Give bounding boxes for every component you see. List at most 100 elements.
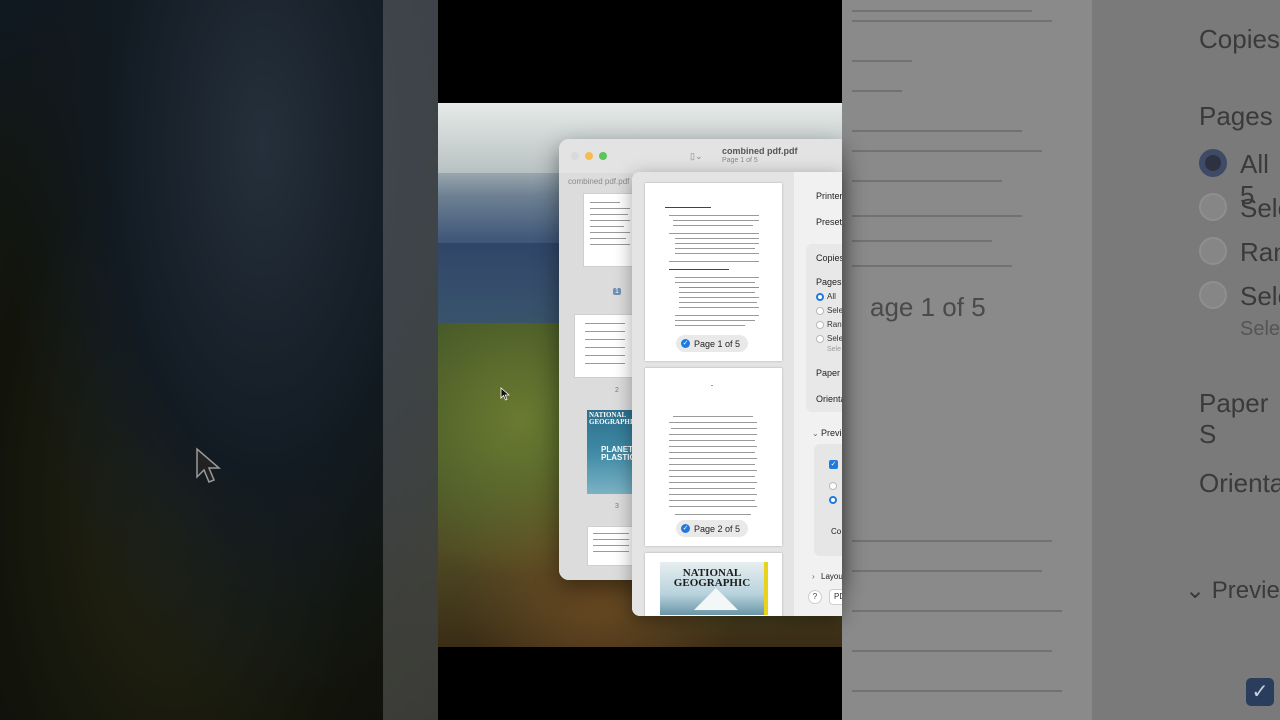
page-text-line <box>675 282 755 283</box>
pages-range-radio[interactable] <box>816 321 824 329</box>
pages-select-sublabel: Sele <box>827 346 842 353</box>
help-button[interactable]: ? <box>808 590 822 604</box>
thumbnail-text-line <box>590 214 628 215</box>
iceberg-graphic <box>694 588 738 610</box>
sidebar-document-label: combined pdf.pdf <box>568 177 630 186</box>
preview-section-label[interactable]: Previe <box>821 428 842 438</box>
thumbnail-text-line <box>590 208 630 209</box>
paper-size-label: Paper S <box>816 368 842 378</box>
page-text-line <box>679 287 759 288</box>
blurred-chevron-down-icon: ⌄ <box>1185 577 1206 604</box>
page-text-line <box>669 482 757 483</box>
screen-recording-frame: Copies Pages All 5 Sele Ran Sele Sele ag… <box>0 0 1280 720</box>
page-text-line <box>679 292 755 293</box>
thumbnail-text-line <box>593 539 629 540</box>
page-2-badge-label: Page 2 of 5 <box>694 523 741 534</box>
preview-checkbox[interactable]: ✓ <box>829 460 838 469</box>
pages-range-label: Ran <box>827 320 842 329</box>
print-dialog: ✓ Page 1 of 5 ✓ Page 2 of 5 NATIONAL GEO… <box>632 172 842 616</box>
blurred-text-line <box>852 540 1052 542</box>
thumbnail-text-line <box>590 226 624 227</box>
page-thumbnail-4[interactable] <box>587 526 633 566</box>
pages-selection-label: Sele <box>827 306 842 315</box>
blurred-page-indicator: age 1 of 5 <box>870 292 986 322</box>
page-text-line <box>675 325 745 326</box>
page-text-line <box>669 470 757 471</box>
blurred-text-line <box>852 570 1042 572</box>
print-settings-pane: Printer Presets Copies Pages All Sele Ra… <box>794 172 842 616</box>
pages-select-radio[interactable] <box>816 335 824 343</box>
blurred-preview-label: Previe <box>1211 577 1280 604</box>
thumbnail-text-line <box>590 244 630 245</box>
pages-all-radio[interactable] <box>816 293 824 301</box>
document-title: combined pdf.pdf <box>722 146 798 156</box>
page-text-line <box>711 385 713 386</box>
page-text-line <box>675 248 755 249</box>
blurred-preview-section: ⌄ Previe <box>1185 576 1280 605</box>
blurred-text-line <box>852 10 1032 12</box>
page-text-line <box>669 506 757 507</box>
preview-option-radio[interactable] <box>829 482 837 490</box>
page-text-line <box>669 440 755 441</box>
thumbnail-cover-title: NATIONAL GEOGRAPHIC <box>589 411 638 426</box>
pdf-menu-button[interactable]: PD <box>829 589 842 605</box>
blurred-text-line <box>852 650 1052 652</box>
thumbnail-number-1: 1 <box>613 288 621 295</box>
blurred-pages-label: Pages <box>1199 101 1273 131</box>
layout-section-label[interactable]: Layou <box>821 572 842 581</box>
thumbnail-sidebar: combined pdf.pdf 1 2 NATIONAL GEOGRAPHIC… <box>559 173 638 580</box>
page-text-line <box>675 243 759 244</box>
blurred-text-line <box>852 690 1062 692</box>
blurred-option-range: Ran <box>1240 237 1280 267</box>
blurred-document-page <box>842 0 1092 720</box>
pages-selection-radio[interactable] <box>816 307 824 315</box>
page-2-include-toggle[interactable]: ✓ Page 2 of 5 <box>676 520 749 537</box>
blurred-paper-size-label: Paper S <box>1199 388 1269 449</box>
presets-label: Presets <box>816 217 842 227</box>
blurred-text-line <box>852 240 992 242</box>
page-thumbnail-3[interactable]: NATIONAL GEOGRAPHIC PLANET PLASTIC <box>587 410 638 494</box>
page-text-line <box>669 215 759 216</box>
thumbnail-cover-subtitle: PLANET PLASTIC <box>601 445 636 462</box>
chevron-right-icon[interactable]: › <box>812 572 815 581</box>
blurred-background-right: Copies Pages All 5 Sele Ran Sele Sele ag… <box>842 0 1280 720</box>
close-window-button[interactable] <box>571 152 579 160</box>
blurred-text-line <box>852 90 902 92</box>
blurred-option-sub: Sele <box>1240 318 1280 340</box>
page-thumbnail-1[interactable] <box>583 193 633 267</box>
window-titlebar: ▯⌄ combined pdf.pdf Page 1 of 5 <box>559 139 842 173</box>
page-heading-line <box>665 207 711 208</box>
page-1-badge-label: Page 1 of 5 <box>694 338 741 349</box>
page-text-line <box>675 514 751 515</box>
sidebar-toggle-icon[interactable]: ▯⌄ <box>690 151 712 161</box>
page-text-line <box>669 422 757 423</box>
page-text-line <box>675 253 759 254</box>
document-page-indicator: Page 1 of 5 <box>722 157 758 164</box>
mouse-pointer-icon <box>196 447 221 483</box>
page-text-line <box>669 494 757 495</box>
print-preview-page-3[interactable]: NATIONAL GEOGRAPHIC <box>645 553 782 616</box>
zoom-window-button[interactable] <box>599 152 607 160</box>
magazine-cover-image: NATIONAL GEOGRAPHIC <box>660 562 768 615</box>
blurred-radio <box>1199 237 1227 265</box>
print-preview-pane[interactable]: ✓ Page 1 of 5 ✓ Page 2 of 5 NATIONAL GEO… <box>632 172 794 616</box>
blurred-text-line <box>852 180 1002 182</box>
pages-select-label: Sele <box>827 334 842 343</box>
chevron-down-icon[interactable]: ⌄ <box>812 429 819 438</box>
blurred-radio <box>1199 281 1227 309</box>
minimize-window-button[interactable] <box>585 152 593 160</box>
thumbnail-text-line <box>593 551 629 552</box>
thumbnail-text-line <box>590 220 630 221</box>
preview-option-radio-selected[interactable] <box>829 496 837 504</box>
blurred-text-line <box>852 265 1012 267</box>
thumbnail-text-line <box>585 339 625 340</box>
background-dim-overlay <box>0 0 383 720</box>
checkmark-icon: ✓ <box>681 524 690 533</box>
thumbnail-text-line <box>590 202 620 203</box>
page-heading-line <box>669 269 729 270</box>
page-1-include-toggle[interactable]: ✓ Page 1 of 5 <box>676 335 749 352</box>
page-text-line <box>669 233 759 234</box>
page-thumbnail-2[interactable] <box>574 314 633 378</box>
page-text-line <box>669 261 759 262</box>
page-text-line <box>673 225 753 226</box>
